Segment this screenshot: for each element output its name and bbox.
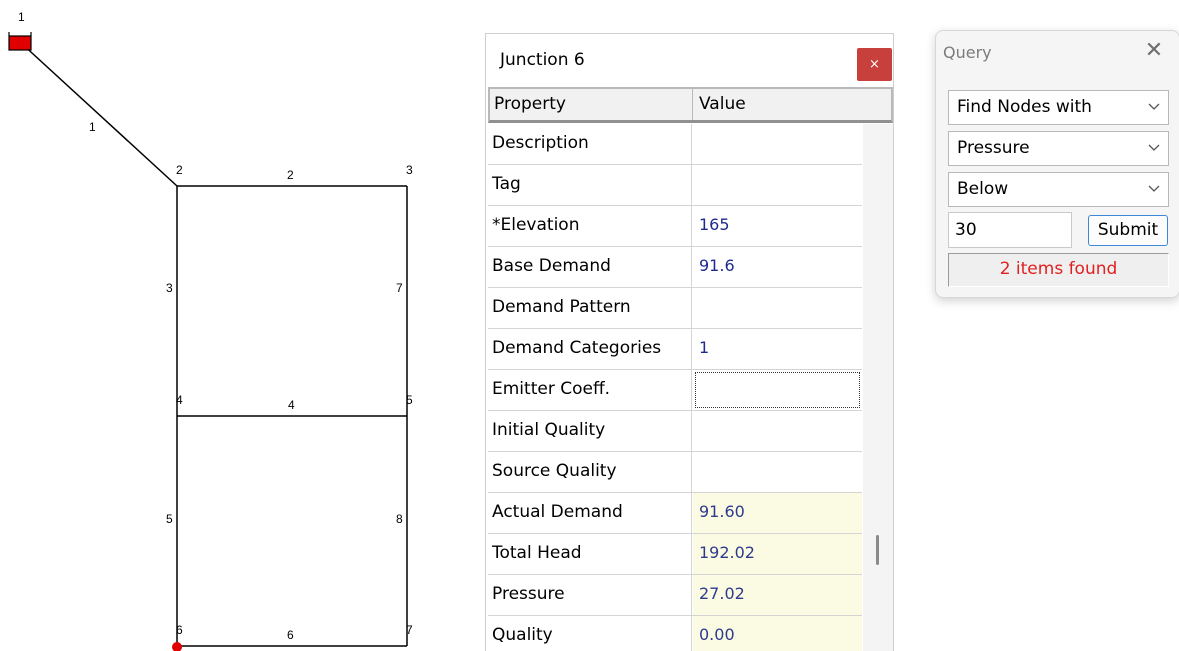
property-row[interactable]: Tag: [488, 165, 862, 206]
property-row[interactable]: Demand Pattern: [488, 288, 862, 329]
link-label-4: 4: [288, 398, 295, 412]
link-label-1: 1: [89, 120, 96, 134]
property-row[interactable]: Initial Quality: [488, 411, 862, 452]
query-dialog-title: Query: [943, 43, 992, 62]
property-editor-titlebar[interactable]: Junction 6 ×: [486, 34, 893, 86]
property-name: Emitter Coeff.: [488, 370, 692, 410]
parameter-select[interactable]: Pressure: [948, 131, 1169, 166]
property-value[interactable]: [693, 370, 862, 410]
property-name: Demand Pattern: [488, 288, 692, 328]
pipe-1[interactable]: [19, 41, 178, 187]
link-label-5: 5: [166, 512, 173, 526]
property-value: 91.60: [693, 493, 862, 533]
property-editor-title: Junction 6: [500, 50, 585, 70]
close-icon[interactable]: ✕: [1142, 39, 1166, 63]
property-name: Demand Categories: [488, 329, 692, 369]
node-label-7: 7: [406, 623, 413, 637]
property-value: 27.02: [693, 575, 862, 615]
property-name: Quality: [488, 616, 692, 651]
relation-value: Below: [957, 179, 1009, 199]
property-name: Base Demand: [488, 247, 692, 287]
property-name: Actual Demand: [488, 493, 692, 533]
property-value[interactable]: 165: [693, 206, 862, 246]
find-type-select[interactable]: Find Nodes with: [948, 90, 1169, 125]
property-row[interactable]: Total Head 192.02: [488, 534, 862, 575]
chevron-down-icon: [1148, 144, 1160, 151]
network-map[interactable]: 1 2 3 4 5 6 7 1 2 3 4 5 6 7 8: [0, 0, 470, 651]
property-row[interactable]: Source Quality: [488, 452, 862, 493]
property-grid-header: Property Value: [488, 87, 893, 123]
property-value[interactable]: 91.6: [693, 247, 862, 287]
property-name: *Elevation: [488, 206, 692, 246]
scrollbar[interactable]: [863, 124, 893, 651]
link-label-2: 2: [287, 168, 294, 182]
query-value-input[interactable]: 30: [948, 212, 1072, 248]
property-row[interactable]: Emitter Coeff.: [488, 370, 862, 411]
property-value: 192.02: [693, 534, 862, 574]
submit-button[interactable]: Submit: [1088, 215, 1168, 246]
column-header-property[interactable]: Property: [490, 89, 693, 120]
property-value[interactable]: [693, 411, 862, 451]
relation-select[interactable]: Below: [948, 172, 1169, 207]
property-value[interactable]: [693, 165, 862, 205]
property-editor-window[interactable]: Junction 6 × Property Value Description T…: [485, 33, 894, 651]
property-name: Pressure: [488, 575, 692, 615]
property-value[interactable]: [693, 124, 862, 164]
property-name: Tag: [488, 165, 692, 205]
property-row[interactable]: Base Demand 91.6: [488, 247, 862, 288]
link-label-3: 3: [166, 281, 173, 295]
property-value[interactable]: [693, 288, 862, 328]
property-row[interactable]: Quality 0.00: [488, 616, 862, 651]
parameter-value: Pressure: [957, 138, 1030, 158]
property-name: Total Head: [488, 534, 692, 574]
node-label-6: 6: [176, 623, 183, 637]
junction-6-marker[interactable]: [172, 642, 182, 651]
property-row[interactable]: Description: [488, 124, 862, 165]
query-dialog[interactable]: Query ✕ Find Nodes with Pressure Below 3…: [935, 30, 1179, 298]
link-label-7: 7: [396, 281, 403, 295]
property-row[interactable]: Demand Categories 1: [488, 329, 862, 370]
node-label-4: 4: [176, 393, 183, 407]
column-header-value[interactable]: Value: [693, 89, 893, 120]
property-name: Initial Quality: [488, 411, 692, 451]
property-value[interactable]: [693, 452, 862, 492]
node-label-1: 1: [18, 10, 25, 24]
query-status-text: 2 items found: [948, 253, 1169, 287]
property-rows: Description Tag *Elevation 165 Base Demand 91…: [488, 124, 862, 651]
property-row[interactable]: *Elevation 165: [488, 206, 862, 247]
link-label-6: 6: [287, 628, 294, 642]
close-icon: ×: [869, 57, 880, 72]
property-value[interactable]: 1: [693, 329, 862, 369]
close-button[interactable]: ×: [857, 48, 892, 81]
chevron-down-icon: [1148, 103, 1160, 110]
property-name: Source Quality: [488, 452, 692, 492]
node-label-5: 5: [406, 393, 413, 407]
property-name: Description: [488, 124, 692, 164]
property-row[interactable]: Pressure 27.02: [488, 575, 862, 616]
scrollbar-thumb[interactable]: [876, 535, 879, 565]
find-type-value: Find Nodes with: [957, 97, 1092, 117]
property-value: 0.00: [693, 616, 862, 651]
reservoir-icon[interactable]: [8, 32, 32, 51]
property-grid[interactable]: Property Value Description Tag *Elevation 1…: [488, 87, 893, 651]
link-label-8: 8: [396, 512, 403, 526]
chevron-down-icon: [1148, 185, 1160, 192]
node-label-3: 3: [406, 163, 413, 177]
property-row[interactable]: Actual Demand 91.60: [488, 493, 862, 534]
node-label-2: 2: [176, 163, 183, 177]
